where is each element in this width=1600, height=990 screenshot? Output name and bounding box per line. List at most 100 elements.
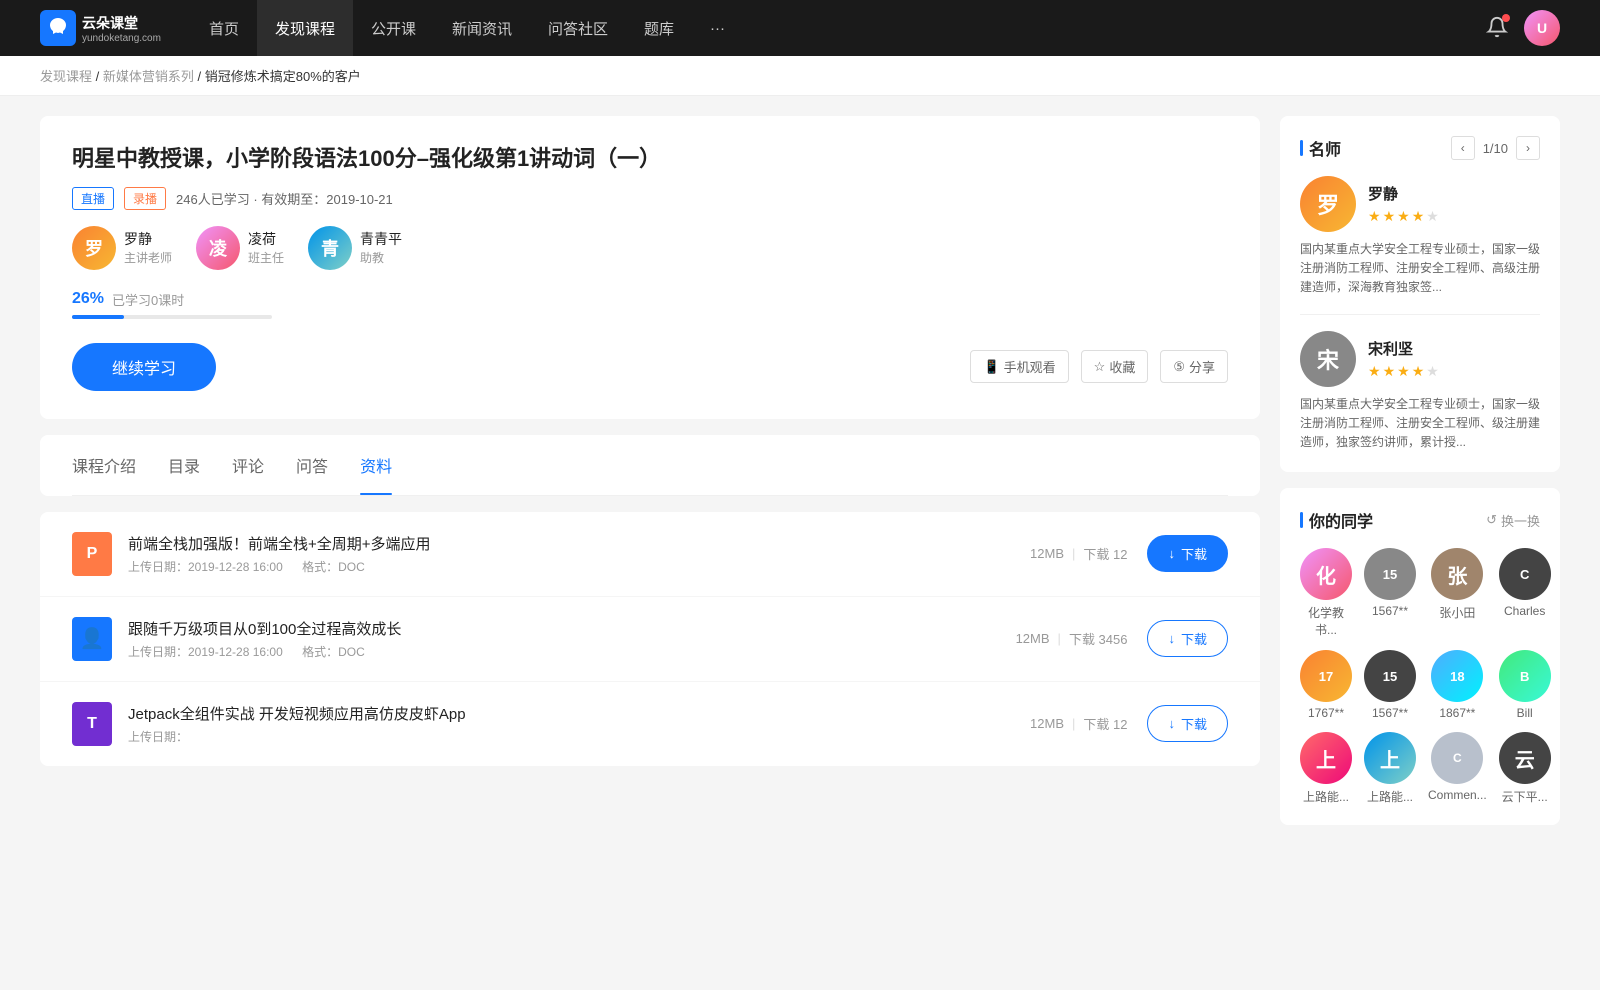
breadcrumb: 发现课程 / 新媒体营销系列 / 销冠修炼术搞定80%的客户 — [0, 56, 1600, 96]
classmate-4-name: Charles — [1504, 604, 1545, 618]
file-stats-3: 12MB | 下载 12 — [1030, 714, 1127, 733]
course-meta: 直播 录播 246人已学习 · 有效期至：2019-10-21 — [72, 187, 1228, 210]
sidebar-teacher-1-desc: 国内某重点大学安全工程专业硕士，国家一级注册消防工程师、注册安全工程师、高级注册… — [1300, 240, 1540, 298]
classmates-sidebar-title: 你的同学 — [1300, 508, 1373, 532]
classmate-2[interactable]: 15 1567** — [1364, 548, 1416, 638]
file-name-1: 前端全栈加强版！前端全栈+全周期+多端应用 — [128, 533, 1030, 554]
classmates-sidebar-header: 你的同学 ↺ 换一换 — [1300, 508, 1540, 532]
download-btn-3[interactable]: ↓ 下载 — [1147, 705, 1228, 742]
main-content: 明星中教授课，小学阶段语法100分–强化级第1讲动词（一） 直播 录播 246人… — [40, 116, 1260, 841]
teachers-next-button[interactable]: › — [1516, 136, 1540, 160]
nav-right: U — [1486, 10, 1560, 46]
file-info-1: 前端全栈加强版！前端全栈+全周期+多端应用 上传日期：2019-12-28 16… — [128, 533, 1030, 575]
file-item-1: P 前端全栈加强版！前端全栈+全周期+多端应用 上传日期：2019-12-28 … — [40, 512, 1260, 597]
collect-button[interactable]: ☆ 收藏 — [1081, 350, 1149, 383]
teacher-1-role: 主讲老师 — [124, 249, 172, 266]
course-actions: 继续学习 📱 手机观看 ☆ 收藏 ⑤ 分享 — [72, 343, 1228, 391]
file-icon-1: P — [72, 532, 112, 576]
file-meta-2: 上传日期：2019-12-28 16:00 格式：DOC — [128, 643, 1016, 660]
tab-qa[interactable]: 问答 — [296, 435, 328, 495]
classmate-4[interactable]: C Charles — [1499, 548, 1551, 638]
classmate-11[interactable]: C Commen... — [1428, 732, 1487, 805]
file-meta-3: 上传日期： — [128, 728, 1030, 745]
file-stats-1: 12MB | 下载 12 — [1030, 544, 1127, 563]
action-buttons: 📱 手机观看 ☆ 收藏 ⑤ 分享 — [970, 350, 1228, 383]
nav-news[interactable]: 新闻资讯 — [434, 0, 530, 56]
logo-text: 云朵课堂 yundoketang.com — [82, 13, 161, 44]
classmate-7[interactable]: 18 1867** — [1428, 650, 1487, 720]
download-btn-1[interactable]: ↓ 下载 — [1147, 535, 1228, 572]
file-info-3: Jetpack全组件实战 开发短视频应用高仿皮皮虾App 上传日期： — [128, 703, 1030, 745]
classmate-2-avatar: 15 — [1364, 548, 1416, 600]
classmate-6-name: 1567** — [1372, 706, 1408, 720]
tab-intro[interactable]: 课程介绍 — [72, 435, 136, 495]
breadcrumb-series[interactable]: 新媒体营销系列 — [103, 69, 194, 84]
classmate-7-name: 1867** — [1439, 706, 1475, 720]
user-avatar[interactable]: U — [1524, 10, 1560, 46]
tab-comment[interactable]: 评论 — [232, 435, 264, 495]
tab-catalog[interactable]: 目录 — [168, 435, 200, 495]
teacher-3-avatar: 青 — [308, 226, 352, 270]
classmates-grid: 化 化学教书... 15 1567** 张 张小田 C Charles 17 — [1300, 548, 1540, 805]
classmate-8-avatar: B — [1499, 650, 1551, 702]
file-name-3: Jetpack全组件实战 开发短视频应用高仿皮皮虾App — [128, 703, 1030, 724]
teacher-2-name: 凌荷 — [248, 229, 284, 249]
teacher-3-name: 青青平 — [360, 229, 402, 249]
file-info-2: 跟随千万级项目从0到100全过程高效成长 上传日期：2019-12-28 16:… — [128, 618, 1016, 660]
sidebar-teacher-2-desc: 国内某重点大学安全工程专业硕士，国家一级注册消防工程师、注册安全工程师、级注册建… — [1300, 395, 1540, 453]
nav-quiz[interactable]: 题库 — [626, 0, 692, 56]
download-icon-3: ↓ — [1168, 716, 1175, 731]
classmate-1[interactable]: 化 化学教书... — [1300, 548, 1352, 638]
tabs-card: 课程介绍 目录 评论 问答 资料 — [40, 435, 1260, 496]
download-icon-2: ↓ — [1168, 631, 1175, 646]
download-btn-2[interactable]: ↓ 下载 — [1147, 620, 1228, 657]
classmate-11-name: Commen... — [1428, 788, 1487, 802]
classmate-1-avatar: 化 — [1300, 548, 1352, 600]
progress-desc: 已学习0课时 — [112, 290, 184, 309]
classmate-8[interactable]: B Bill — [1499, 650, 1551, 720]
logo-icon — [40, 10, 76, 46]
teachers-sidebar-header: 名师 ‹ 1/10 › — [1300, 136, 1540, 160]
continue-learning-button[interactable]: 继续学习 — [72, 343, 216, 391]
classmate-12[interactable]: 云 云下平... — [1499, 732, 1551, 805]
teachers-prev-button[interactable]: ‹ — [1451, 136, 1475, 160]
classmate-9-avatar: 上 — [1300, 732, 1352, 784]
classmate-12-name: 云下平... — [1502, 788, 1548, 805]
classmates-sidebar-card: 你的同学 ↺ 换一换 化 化学教书... 15 1567** 张 张小田 — [1280, 488, 1560, 825]
nav-public[interactable]: 公开课 — [353, 0, 434, 56]
teacher-3-role: 助教 — [360, 249, 402, 266]
classmate-10[interactable]: 上 上路能... — [1364, 732, 1416, 805]
classmate-6[interactable]: 15 1567** — [1364, 650, 1416, 720]
teacher-2-avatar: 凌 — [196, 226, 240, 270]
classmate-2-name: 1567** — [1372, 604, 1408, 618]
nav-home[interactable]: 首页 — [191, 0, 257, 56]
nav-more[interactable]: ··· — [692, 0, 743, 56]
classmate-5[interactable]: 17 1767** — [1300, 650, 1352, 720]
breadcrumb-discover[interactable]: 发现课程 — [40, 69, 92, 84]
notification-bell[interactable] — [1486, 16, 1508, 41]
classmate-9-name: 上路能... — [1303, 788, 1349, 805]
refresh-button[interactable]: ↺ 换一换 — [1486, 511, 1540, 530]
tabs: 课程介绍 目录 评论 问答 资料 — [72, 435, 1228, 496]
logo[interactable]: 云朵课堂 yundoketang.com — [40, 10, 161, 46]
classmate-9[interactable]: 上 上路能... — [1300, 732, 1352, 805]
teacher-1-avatar: 罗 — [72, 226, 116, 270]
classmate-7-avatar: 18 — [1431, 650, 1483, 702]
star-icon: ☆ — [1094, 359, 1106, 375]
share-button[interactable]: ⑤ 分享 — [1160, 350, 1228, 383]
classmate-3[interactable]: 张 张小田 — [1428, 548, 1487, 638]
sidebar-teacher-1-stars: ★ ★ ★ ★ ★ — [1368, 208, 1439, 225]
sidebar-teacher-1-avatar: 罗 — [1300, 176, 1356, 232]
classmate-11-avatar: C — [1431, 732, 1483, 784]
nav-discover[interactable]: 发现课程 — [257, 0, 353, 56]
teacher-1: 罗 罗静 主讲老师 — [72, 226, 172, 270]
nav-qa[interactable]: 问答社区 — [530, 0, 626, 56]
file-name-2: 跟随千万级项目从0到100全过程高效成长 — [128, 618, 1016, 639]
teachers: 罗 罗静 主讲老师 凌 凌荷 班主任 青 青青平 — [72, 226, 1228, 270]
teacher-1-name: 罗静 — [124, 229, 172, 249]
mobile-view-button[interactable]: 📱 手机观看 — [970, 350, 1068, 383]
download-icon-1: ↓ — [1168, 546, 1175, 561]
tab-resource[interactable]: 资料 — [360, 435, 392, 495]
progress-percent: 26% — [72, 290, 104, 308]
classmate-6-avatar: 15 — [1364, 650, 1416, 702]
